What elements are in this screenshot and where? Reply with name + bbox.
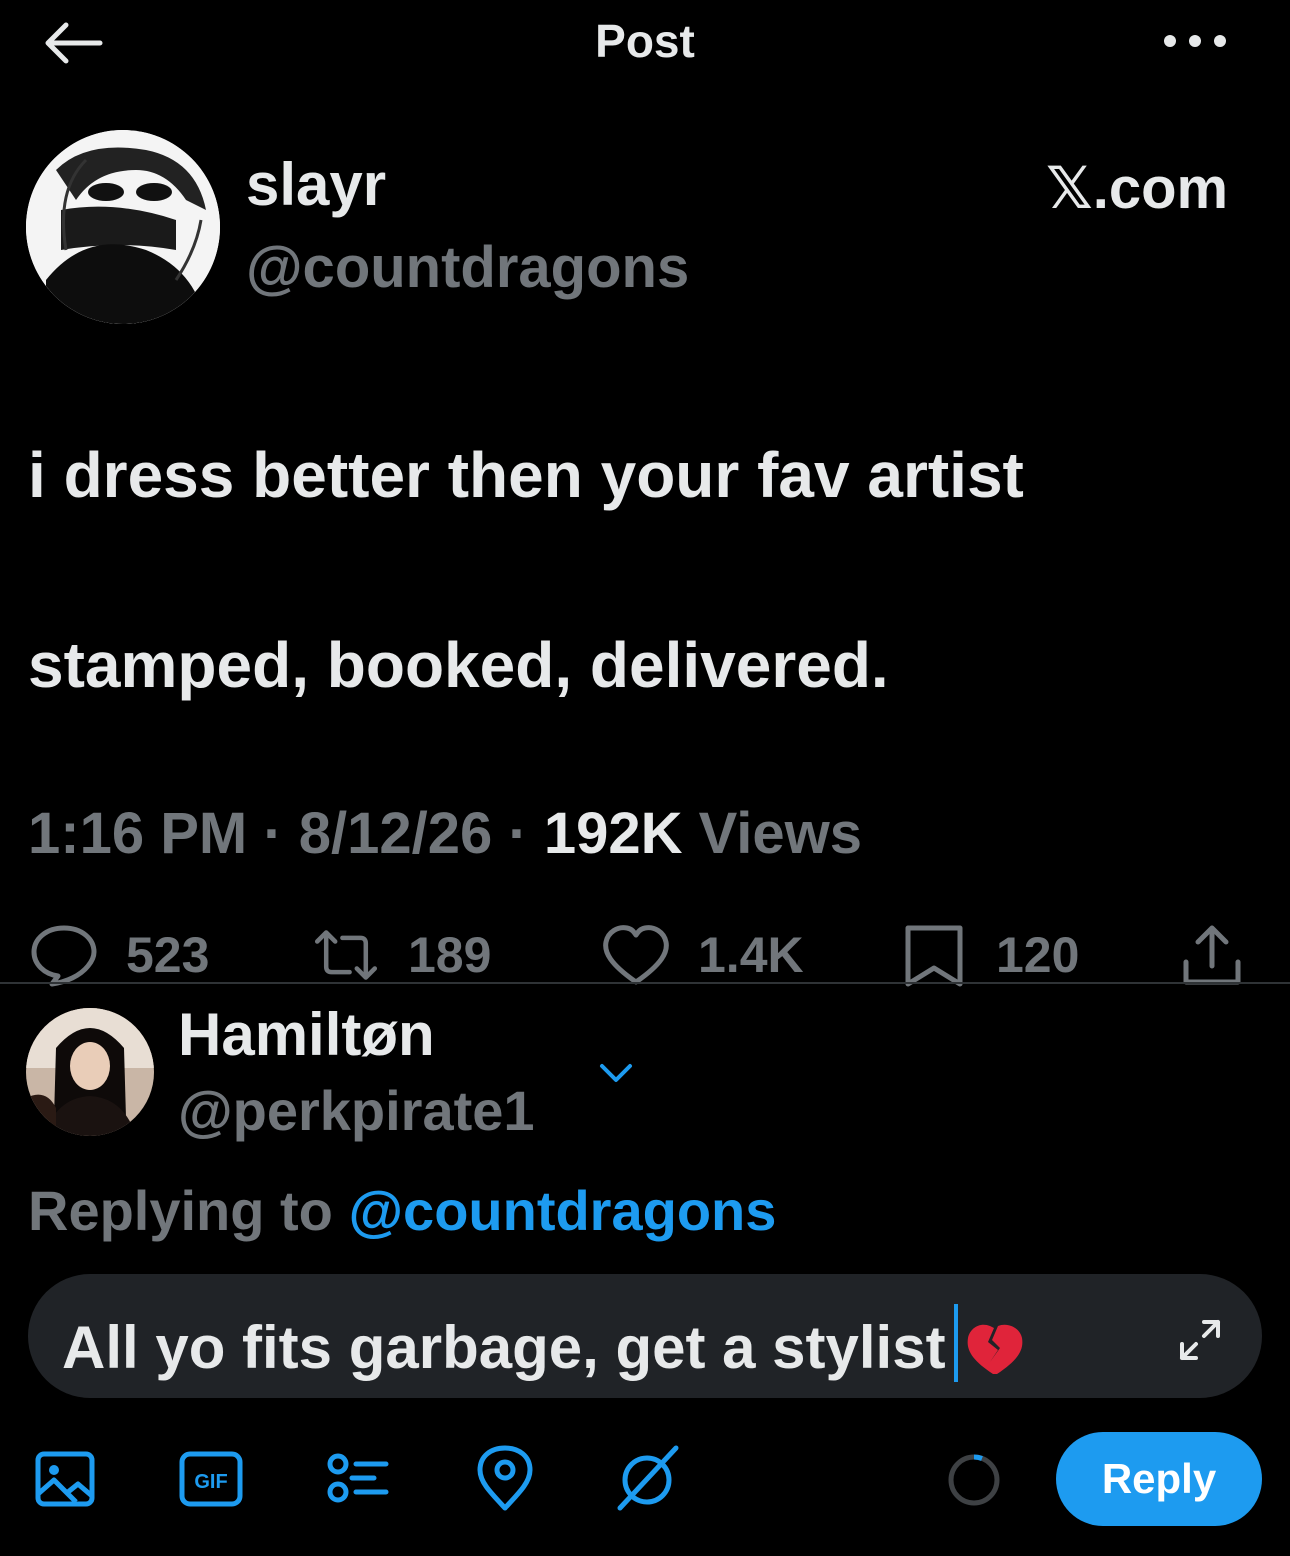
replying-mention[interactable]: @countdragons — [348, 1179, 776, 1242]
broken-heart-icon — [967, 1324, 1022, 1374]
heart-icon — [603, 925, 669, 985]
post-text-line: stamped, booked, delivered. — [28, 629, 889, 701]
location-pin-icon[interactable] — [470, 1444, 540, 1514]
share-action[interactable] — [1176, 920, 1248, 990]
page-title: Post — [595, 15, 695, 67]
reply-draft-text: All yo fits garbage, get a stylist — [62, 1314, 946, 1381]
grok-icon[interactable] — [612, 1444, 682, 1514]
reply-button[interactable]: Reply — [1056, 1432, 1262, 1526]
image-icon[interactable] — [32, 1444, 102, 1514]
meta-separator: · — [508, 801, 528, 866]
meta-separator: · — [263, 801, 283, 866]
reply-user-avatar[interactable] — [26, 1008, 154, 1136]
divider — [0, 982, 1290, 984]
author-handle[interactable]: @countdragons — [246, 234, 689, 301]
reply-bubble-icon — [31, 925, 97, 987]
author-display-name[interactable]: slayr — [246, 150, 386, 219]
chevron-down-icon[interactable] — [596, 1058, 636, 1088]
post-text-line: i dress better then your fav artist — [28, 439, 1024, 511]
reply-user-display-name: Hamiltøn — [178, 1001, 435, 1068]
gif-icon[interactable]: GIF — [176, 1444, 246, 1514]
share-icon — [1183, 925, 1241, 985]
replying-to: Replying to @countdragons — [28, 1178, 776, 1243]
repost-action[interactable]: 189 — [310, 920, 491, 990]
reply-user-handle: @perkpirate1 — [178, 1079, 535, 1142]
post-meta: 1:16 PM · 8/12/26 · 192K Views — [28, 800, 862, 867]
views-count: 192K — [543, 801, 683, 866]
like-action[interactable]: 1.4K — [600, 920, 804, 990]
reply-count: 523 — [126, 927, 210, 983]
views-label[interactable]: Views — [699, 801, 862, 866]
source-label: 𝕏.com — [1046, 156, 1229, 221]
bookmark-action[interactable]: 120 — [898, 920, 1079, 990]
text-cursor — [953, 1304, 958, 1382]
bookmark-count: 120 — [996, 927, 1080, 983]
post-time: 1:16 PM — [28, 801, 248, 866]
poll-icon[interactable] — [322, 1444, 392, 1514]
more-options-icon[interactable] — [1160, 24, 1230, 58]
replying-prefix: Replying to — [28, 1179, 333, 1242]
svg-text:GIF: GIF — [194, 1471, 227, 1493]
post-date: 8/12/26 — [298, 801, 493, 866]
reply-draft[interactable]: All yo fits garbage, get a stylist — [62, 1304, 1026, 1382]
repost-icon — [314, 930, 378, 980]
author-avatar[interactable] — [26, 130, 220, 324]
repost-count: 189 — [408, 927, 492, 983]
expand-icon[interactable] — [1176, 1316, 1224, 1364]
character-count-ring — [948, 1454, 1000, 1506]
like-count: 1.4K — [698, 927, 804, 983]
reply-action[interactable]: 523 — [28, 920, 209, 990]
bookmark-icon — [905, 925, 963, 987]
